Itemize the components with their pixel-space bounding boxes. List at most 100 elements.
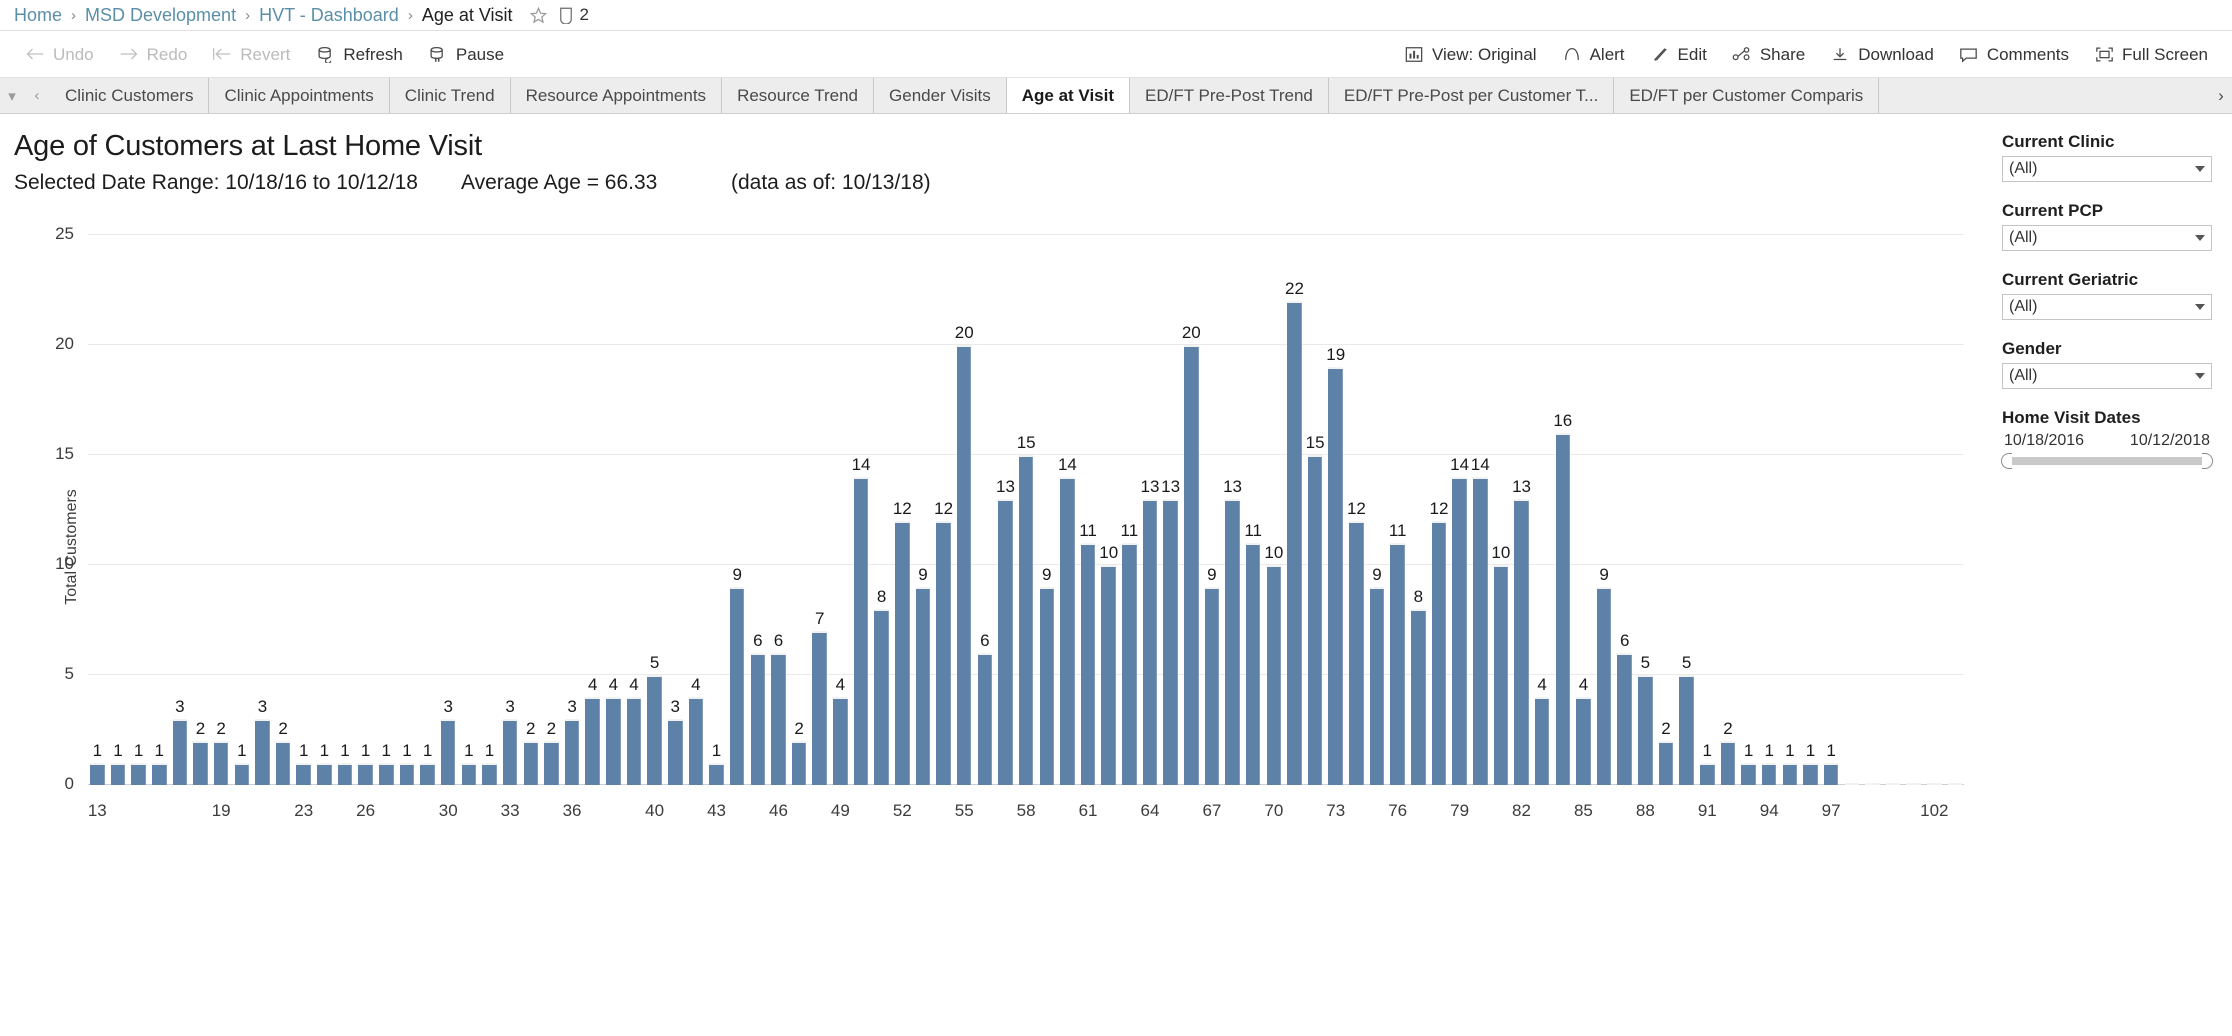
bar-column[interactable]: 6 xyxy=(769,235,788,785)
bar[interactable] xyxy=(1534,697,1550,785)
tab-edft-per-customer-comparison[interactable]: ED/FT per Customer Comparis xyxy=(1614,78,1880,113)
bar-column[interactable]: 1 xyxy=(315,235,334,785)
bar[interactable] xyxy=(1679,675,1694,785)
bar[interactable] xyxy=(1617,653,1632,785)
bar[interactable] xyxy=(1122,543,1137,785)
bar[interactable] xyxy=(255,719,270,785)
bar-column[interactable]: 10 xyxy=(1264,235,1283,785)
bar[interactable] xyxy=(1741,763,1756,785)
bar[interactable] xyxy=(193,741,208,785)
breadcrumb-item-home[interactable]: Home xyxy=(14,5,62,26)
bar-column[interactable]: 9 xyxy=(728,235,747,785)
slider-handle-start[interactable] xyxy=(2001,453,2012,469)
bar[interactable] xyxy=(1018,455,1034,785)
bar-column[interactable]: 1 xyxy=(707,235,726,785)
bar[interactable] xyxy=(1080,543,1096,785)
bar[interactable] xyxy=(709,763,724,785)
bar-column[interactable]: 1 xyxy=(377,235,396,785)
bar-column[interactable]: 12 xyxy=(893,235,912,785)
tab-scroll-prev-button[interactable]: ‹ xyxy=(24,78,50,113)
pause-button[interactable]: Pause xyxy=(415,40,516,68)
bar[interactable] xyxy=(729,587,745,785)
bar[interactable] xyxy=(812,631,827,785)
bar-column[interactable]: 4 xyxy=(687,235,706,785)
bar-column[interactable]: 4 xyxy=(583,235,602,785)
tab-edft-pre-post-trend[interactable]: ED/FT Pre-Post Trend xyxy=(1130,78,1329,113)
bar[interactable] xyxy=(502,719,518,785)
bar-column[interactable]: 14 xyxy=(852,235,870,785)
bar[interactable] xyxy=(1287,301,1302,785)
tab-resource-appointments[interactable]: Resource Appointments xyxy=(510,78,723,113)
bar-column[interactable]: 12 xyxy=(1430,235,1448,785)
bar-column[interactable]: 15 xyxy=(1017,235,1036,785)
bar-column[interactable]: 1 xyxy=(1781,235,1800,785)
bar[interactable] xyxy=(915,587,931,785)
bar[interactable] xyxy=(90,763,105,785)
bar-column[interactable]: 1 xyxy=(480,235,499,785)
tab-age-at-visit[interactable]: Age at Visit xyxy=(1006,78,1131,113)
bar[interactable] xyxy=(1184,345,1199,785)
bar-column[interactable]: 1 xyxy=(109,235,128,785)
bar-column[interactable] xyxy=(1946,235,1965,785)
bar[interactable] xyxy=(1328,367,1344,785)
current-clinic-dropdown[interactable]: (All) xyxy=(2002,156,2212,182)
bar-column[interactable]: 9 xyxy=(914,235,933,785)
bar-column[interactable]: 20 xyxy=(955,235,974,785)
comments-button[interactable]: Comments xyxy=(1946,40,2081,68)
tab-menu-button[interactable]: ▾ xyxy=(0,78,24,113)
bar-column[interactable]: 11 xyxy=(1388,235,1407,785)
breadcrumb-item-project[interactable]: MSD Development xyxy=(85,5,236,26)
bar-column[interactable]: 12 xyxy=(1347,235,1366,785)
share-button[interactable]: Share xyxy=(1719,40,1817,68)
bar[interactable] xyxy=(1865,783,1880,785)
bar[interactable] xyxy=(1823,763,1839,785)
bar[interactable] xyxy=(1638,675,1653,785)
bar-column[interactable] xyxy=(1904,235,1923,785)
bar[interactable] xyxy=(1163,499,1178,785)
bar-column[interactable]: 9 xyxy=(1368,235,1387,785)
bar[interactable] xyxy=(688,697,704,785)
bar[interactable] xyxy=(1803,763,1818,785)
bar[interactable] xyxy=(833,697,848,785)
bar[interactable] xyxy=(606,697,621,785)
bar[interactable] xyxy=(1039,587,1055,785)
bar[interactable] xyxy=(1947,783,1963,785)
bar[interactable] xyxy=(1225,499,1240,785)
bar-column[interactable]: 13 xyxy=(1223,235,1242,785)
bar[interactable] xyxy=(317,763,332,785)
bar-column[interactable]: 2 xyxy=(191,235,210,785)
bar-column[interactable]: 1 xyxy=(356,235,375,785)
bar[interactable] xyxy=(1431,521,1447,785)
bar[interactable] xyxy=(667,719,683,785)
bar[interactable] xyxy=(771,653,786,785)
revert-button[interactable]: Revert xyxy=(199,40,302,68)
breadcrumb-item-workbook[interactable]: HVT - Dashboard xyxy=(259,5,399,26)
bar-column[interactable]: 3 xyxy=(171,235,190,785)
bar-column[interactable]: 12 xyxy=(934,235,953,785)
bar-column[interactable]: 2 xyxy=(1657,235,1676,785)
alert-button[interactable]: Alert xyxy=(1549,40,1637,68)
bar-column[interactable]: 5 xyxy=(645,235,664,785)
bar-column[interactable]: 1 xyxy=(150,235,169,785)
bar-column[interactable]: 1 xyxy=(1739,235,1758,785)
bar-column[interactable]: 1 xyxy=(1801,235,1820,785)
bar[interactable] xyxy=(1349,521,1364,785)
bar-column[interactable]: 7 xyxy=(810,235,829,785)
bar-column[interactable] xyxy=(1925,235,1944,785)
bar-column[interactable]: 11 xyxy=(1079,235,1098,785)
bar-column[interactable]: 4 xyxy=(604,235,623,785)
bar[interactable] xyxy=(1060,477,1075,785)
bar[interactable] xyxy=(544,741,559,785)
bar-column[interactable]: 9 xyxy=(1595,235,1614,785)
bar-column[interactable]: 1 xyxy=(129,235,148,785)
bar[interactable] xyxy=(1493,565,1509,785)
bar-column[interactable]: 9 xyxy=(1203,235,1222,785)
bar-column[interactable]: 1 xyxy=(232,235,251,785)
bar[interactable] xyxy=(626,697,642,785)
bar-column[interactable]: 1 xyxy=(336,235,355,785)
bar-column[interactable]: 19 xyxy=(1326,235,1345,785)
refresh-button[interactable]: Refresh xyxy=(302,40,415,68)
bar[interactable] xyxy=(585,697,600,785)
redo-button[interactable]: Redo xyxy=(106,40,200,68)
bar[interactable] xyxy=(564,719,580,785)
